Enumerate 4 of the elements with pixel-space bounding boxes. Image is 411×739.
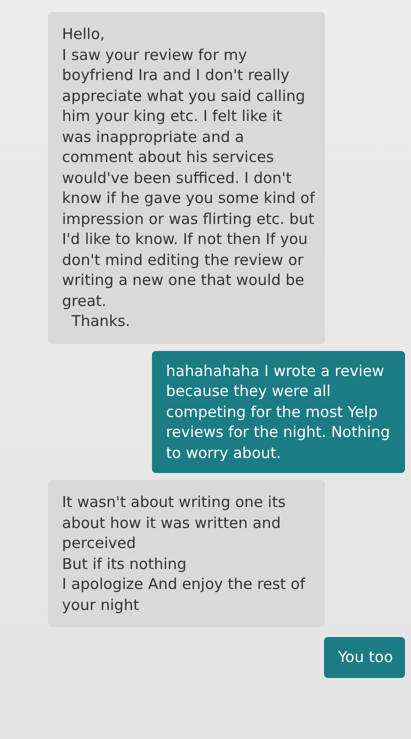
- received-message-bubble: Hello, I saw your review for my boyfriend Ira and I don't really appreciate what you said calling him your king etc. I felt like it was inappropriate and a comment about his services would've been sufficed. I don't know if he gave you some kind of impression or was flirting etc. but I'd like to know. If not then If you don't mind editing the review or writing a new one that would be great. Thanks.: [48, 12, 325, 344]
- sent-message-bubble: hahahahaha I wrote a review because they were all competing for the most Yelp reviews for the night. Nothing to worry about.: [152, 350, 405, 473]
- sent-message-bubble: You too: [324, 637, 405, 678]
- received-message-bubble: It wasn't about writing one its about how it was written and perceived But if its nothing I apologize And enjoy the rest of your night: [48, 480, 325, 627]
